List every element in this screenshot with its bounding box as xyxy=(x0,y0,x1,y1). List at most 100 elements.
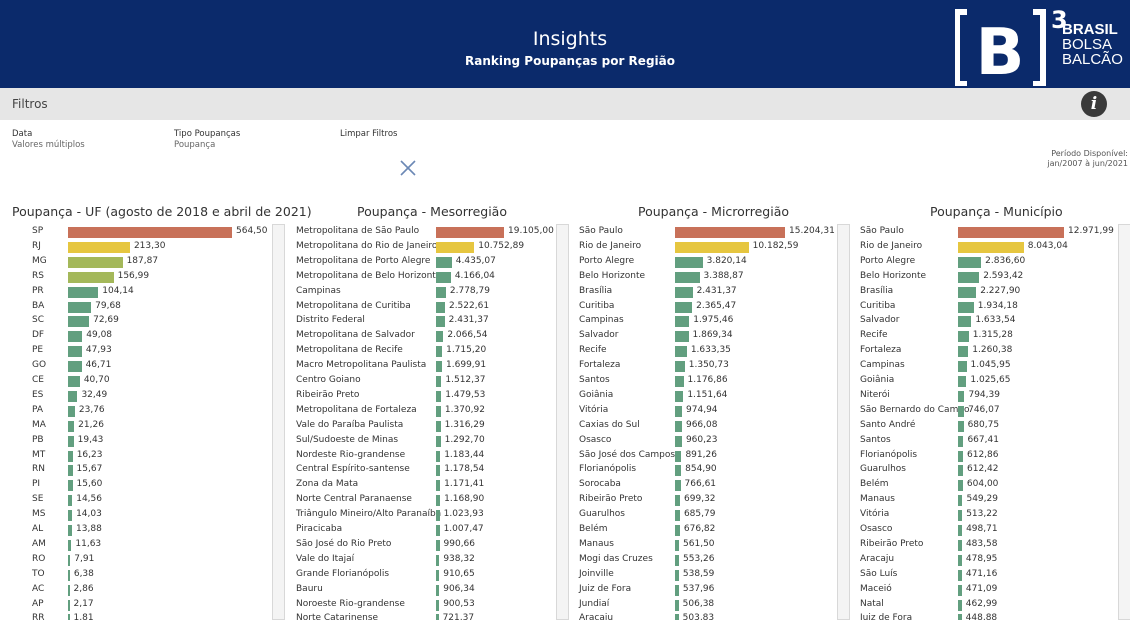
microregion-bar[interactable] xyxy=(675,584,679,596)
uf-bar[interactable] xyxy=(68,599,70,611)
microregion-bar[interactable] xyxy=(675,241,749,253)
microregion-bar[interactable] xyxy=(675,286,693,298)
mesoregion-bar[interactable] xyxy=(436,241,475,253)
municipality-bar[interactable] xyxy=(958,376,967,387)
microregion-bar[interactable] xyxy=(675,569,679,581)
uf-bar[interactable] xyxy=(68,525,73,536)
microregion-bar[interactable] xyxy=(675,495,681,507)
uf-bar[interactable] xyxy=(68,584,70,596)
uf-bar[interactable] xyxy=(68,569,70,581)
microregion-bar[interactable] xyxy=(675,480,681,492)
municipality-bar[interactable] xyxy=(958,241,1024,253)
mesoregion-bar[interactable] xyxy=(436,256,452,268)
uf-bar[interactable] xyxy=(68,510,73,522)
municipality-bar[interactable] xyxy=(958,584,962,596)
mesoregion-panel-scrollbar[interactable] xyxy=(556,224,569,620)
uf-bar[interactable] xyxy=(68,331,83,343)
microregion-bar[interactable] xyxy=(675,539,680,551)
uf-bar[interactable] xyxy=(68,361,82,373)
municipality-bar[interactable] xyxy=(958,614,962,620)
mesoregion-bar[interactable] xyxy=(436,331,444,343)
uf-bar[interactable] xyxy=(68,480,73,492)
municipality-bar[interactable] xyxy=(958,450,963,462)
uf-bar[interactable] xyxy=(68,376,80,387)
mesoregion-bar[interactable] xyxy=(436,584,440,596)
municipality-bar[interactable] xyxy=(958,390,965,402)
mesoregion-bar[interactable] xyxy=(436,301,445,313)
municipality-panel-scrollbar[interactable] xyxy=(1118,224,1130,620)
date-filter-value[interactable]: Valores múltiplos xyxy=(12,140,85,150)
mesoregion-bar[interactable] xyxy=(436,271,451,283)
microregion-bar[interactable] xyxy=(675,510,680,522)
mesoregion-bar[interactable] xyxy=(436,346,443,358)
uf-bar[interactable] xyxy=(68,450,73,462)
microregion-bar[interactable] xyxy=(675,301,693,313)
microregion-bar[interactable] xyxy=(675,465,682,477)
microregion-bar[interactable] xyxy=(675,450,682,462)
uf-bar[interactable] xyxy=(68,301,92,313)
mesoregion-bar[interactable] xyxy=(436,390,442,402)
microregion-bar[interactable] xyxy=(675,361,685,373)
microregion-bar[interactable] xyxy=(675,227,785,238)
municipality-bar[interactable] xyxy=(958,286,977,298)
uf-bar[interactable] xyxy=(68,554,71,566)
microregion-bar[interactable] xyxy=(675,525,680,536)
microregion-bar[interactable] xyxy=(675,405,683,417)
microregion-bar[interactable] xyxy=(675,256,703,268)
microregion-bar[interactable] xyxy=(675,599,679,611)
mesoregion-bar[interactable] xyxy=(436,539,440,551)
uf-bar[interactable] xyxy=(68,271,114,283)
microregion-bar[interactable] xyxy=(675,346,687,358)
municipality-bar[interactable] xyxy=(958,569,962,581)
municipality-bar[interactable] xyxy=(958,227,1064,238)
mesoregion-bar[interactable] xyxy=(436,361,443,373)
municipality-bar[interactable] xyxy=(958,539,962,551)
uf-bar[interactable] xyxy=(68,227,232,238)
mesoregion-bar[interactable] xyxy=(436,569,440,581)
municipality-bar[interactable] xyxy=(958,495,963,507)
microregion-bar[interactable] xyxy=(675,420,682,432)
microregion-panel-scrollbar[interactable] xyxy=(837,224,850,620)
clear-filters-link[interactable]: Limpar Filtros xyxy=(340,129,397,139)
info-icon[interactable]: i xyxy=(1081,91,1107,117)
municipality-bar[interactable] xyxy=(958,331,969,343)
uf-bar[interactable] xyxy=(68,241,130,253)
mesoregion-bar[interactable] xyxy=(436,376,442,387)
municipality-bar[interactable] xyxy=(958,480,963,492)
mesoregion-bar[interactable] xyxy=(436,495,441,507)
uf-bar[interactable] xyxy=(68,286,99,298)
uf-bar[interactable] xyxy=(68,465,73,477)
microregion-bar[interactable] xyxy=(675,435,682,447)
mesoregion-bar[interactable] xyxy=(436,510,440,522)
mesoregion-bar[interactable] xyxy=(436,420,441,432)
uf-bar[interactable] xyxy=(68,346,82,358)
mesoregion-bar[interactable] xyxy=(436,286,446,298)
municipality-bar[interactable] xyxy=(958,256,982,268)
municipality-bar[interactable] xyxy=(958,316,972,328)
municipality-bar[interactable] xyxy=(958,525,963,536)
municipality-bar[interactable] xyxy=(958,301,974,313)
uf-bar[interactable] xyxy=(68,539,72,551)
uf-bar[interactable] xyxy=(68,405,75,417)
microregion-bar[interactable] xyxy=(675,554,679,566)
uf-bar[interactable] xyxy=(68,256,123,268)
mesoregion-bar[interactable] xyxy=(436,450,441,462)
municipality-bar[interactable] xyxy=(958,554,962,566)
microregion-bar[interactable] xyxy=(675,316,690,328)
mesoregion-bar[interactable] xyxy=(436,227,504,238)
uf-panel-scrollbar[interactable] xyxy=(272,224,285,620)
municipality-bar[interactable] xyxy=(958,271,980,283)
microregion-bar[interactable] xyxy=(675,271,700,283)
mesoregion-bar[interactable] xyxy=(436,316,445,328)
municipality-bar[interactable] xyxy=(958,405,965,417)
mesoregion-bar[interactable] xyxy=(436,614,439,620)
uf-bar[interactable] xyxy=(68,435,74,447)
mesoregion-bar[interactable] xyxy=(436,599,440,611)
municipality-bar[interactable] xyxy=(958,346,969,358)
mesoregion-bar[interactable] xyxy=(436,405,441,417)
mesoregion-bar[interactable] xyxy=(436,465,441,477)
mesoregion-bar[interactable] xyxy=(436,554,440,566)
municipality-bar[interactable] xyxy=(958,510,963,522)
mesoregion-bar[interactable] xyxy=(436,435,441,447)
municipality-bar[interactable] xyxy=(958,420,964,432)
